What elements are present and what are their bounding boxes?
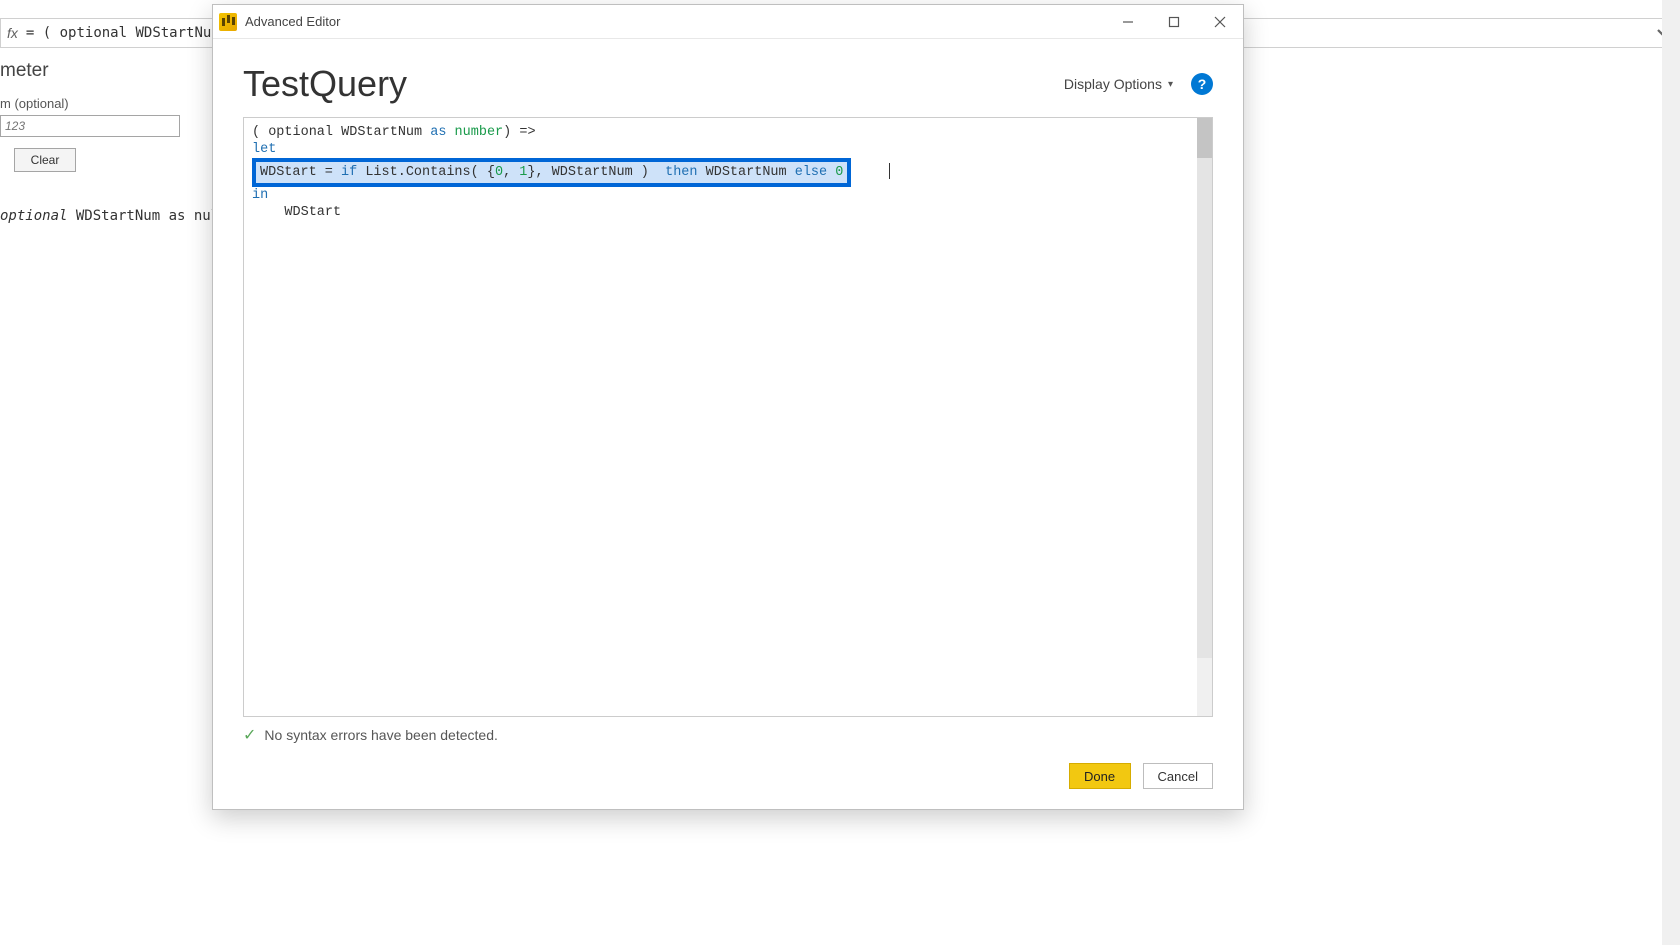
dialog-header: TestQuery Display Options ▾ ? — [213, 39, 1243, 117]
chevron-down-icon: ▾ — [1168, 79, 1173, 90]
status-text: No syntax errors have been detected. — [264, 727, 497, 743]
parameter-input[interactable] — [0, 115, 180, 137]
bg-panel-title: meter — [0, 60, 49, 82]
code-editor[interactable]: ( optional WDStartNum as number) => let … — [243, 117, 1213, 717]
titlebar: Advanced Editor — [213, 5, 1243, 39]
display-options-label: Display Options — [1064, 76, 1162, 92]
query-name: TestQuery — [243, 63, 407, 105]
dialog-title: Advanced Editor — [245, 14, 340, 29]
highlighted-line: WDStart = if List.Contains( {0, 1}, WDSt… — [252, 158, 851, 187]
bg-field-label: m (optional) — [0, 96, 69, 111]
maximize-button[interactable] — [1151, 5, 1197, 39]
check-icon: ✓ — [243, 725, 256, 745]
dialog-buttons: Done Cancel — [213, 745, 1243, 809]
display-options-dropdown[interactable]: Display Options ▾ — [1064, 76, 1173, 92]
syntax-status: ✓ No syntax errors have been detected. — [243, 725, 1213, 745]
app-icon — [219, 13, 237, 31]
text-cursor — [889, 163, 890, 179]
window-controls — [1105, 5, 1243, 39]
cancel-button[interactable]: Cancel — [1143, 763, 1213, 789]
done-button[interactable]: Done — [1069, 763, 1131, 789]
fx-icon: fx — [7, 25, 18, 41]
advanced-editor-dialog: Advanced Editor TestQuery Display Option… — [212, 4, 1244, 810]
formula-text: = ( optional WDStartNum a — [26, 25, 237, 41]
close-button[interactable] — [1197, 5, 1243, 39]
code-content: ( optional WDStartNum as number) => let … — [244, 118, 1212, 716]
clear-button[interactable]: Clear — [14, 148, 76, 172]
viewport-scrollbar[interactable] — [1662, 0, 1680, 945]
editor-scrollbar[interactable] — [1197, 118, 1212, 716]
minimize-button[interactable] — [1105, 5, 1151, 39]
help-icon[interactable]: ? — [1191, 73, 1213, 95]
